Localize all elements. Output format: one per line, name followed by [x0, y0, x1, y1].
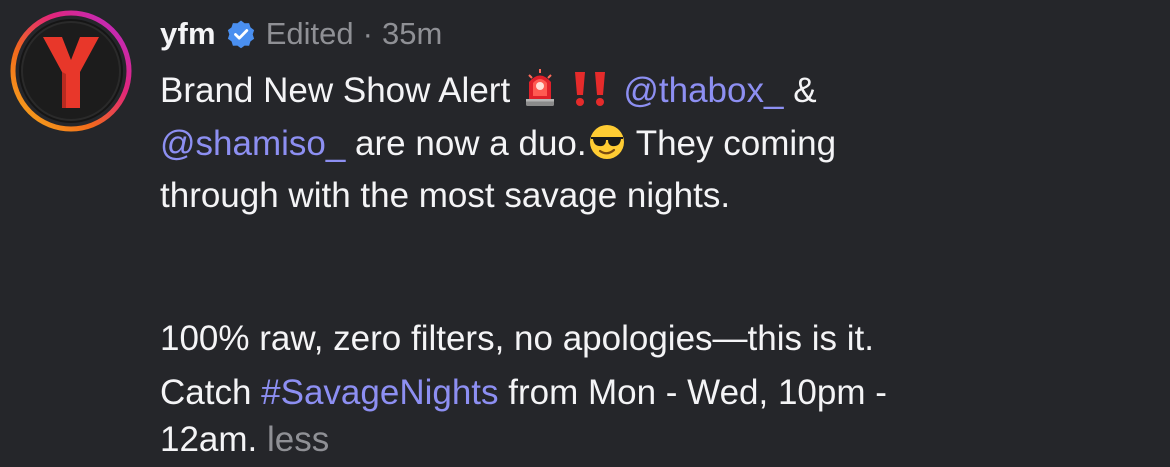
- body-space-2: [614, 71, 624, 110]
- post: yfm Edited · 35m Brand New Show Alert @t…: [160, 12, 1150, 463]
- body-line-6: 12am. less: [160, 417, 1150, 464]
- sunglasses-face-emoji-icon: [587, 121, 627, 174]
- body-space-1: [560, 71, 570, 110]
- body-line-1: Brand New Show Alert @thabox_ &: [160, 68, 1150, 121]
- police-siren-emoji-icon: [520, 68, 560, 121]
- body-line-2: @shamiso_ are now a duo. They coming: [160, 121, 1150, 174]
- edited-label[interactable]: Edited: [266, 16, 354, 52]
- timestamp[interactable]: 35m: [382, 16, 442, 52]
- body-paragraph-2: 100% raw, zero filters, no apologies—thi…: [160, 316, 1150, 464]
- double-exclamation-emoji-icon: [570, 68, 614, 121]
- mention-shamiso[interactable]: @shamiso_: [160, 124, 345, 163]
- body-line-4: 100% raw, zero filters, no apologies—thi…: [160, 318, 874, 358]
- body-line-3: through with the most savage nights.: [160, 176, 731, 215]
- catch-text: Catch: [160, 373, 262, 412]
- username[interactable]: yfm: [160, 16, 216, 52]
- meta-separator: ·: [362, 16, 373, 51]
- schedule-text: from Mon - Wed, 10pm -: [498, 373, 887, 412]
- show-less-link[interactable]: less: [257, 420, 329, 459]
- verified-badge-icon: [226, 19, 256, 49]
- body-text-1: Brand New Show Alert: [160, 71, 520, 110]
- mention-thabox[interactable]: @thabox_: [623, 71, 783, 110]
- post-header: yfm Edited · 35m: [160, 12, 1150, 56]
- avatar[interactable]: [10, 10, 132, 132]
- post-body: Brand New Show Alert @thabox_ & @shamiso…: [160, 68, 1150, 463]
- end-time-text: 12am.: [160, 419, 258, 459]
- body-text-2: are now a duo.: [345, 123, 587, 163]
- body-amp: &: [783, 71, 817, 110]
- yfm-logo-icon: [10, 10, 132, 132]
- body-line-5: Catch #SavageNights from Mon - Wed, 10pm…: [160, 370, 1150, 417]
- hashtag-savagenights[interactable]: #SavageNights: [261, 373, 498, 412]
- body-text-3: They coming: [626, 123, 837, 163]
